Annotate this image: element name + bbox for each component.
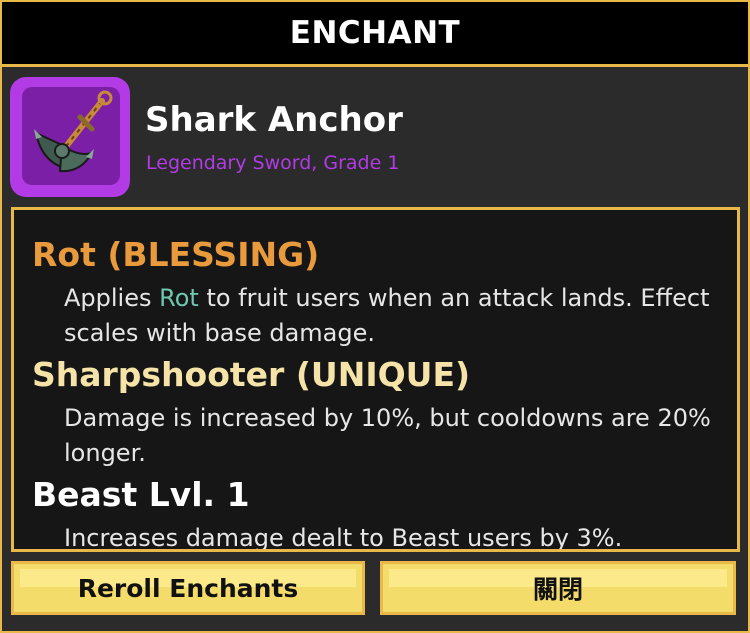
enchant-list[interactable]: Rot (BLESSING) Applies Rot to fruit user…: [11, 207, 740, 552]
title-bar: ENCHANT: [2, 2, 748, 67]
item-icon-frame: [10, 77, 130, 197]
window-title: ENCHANT: [289, 15, 461, 51]
rot-keyword: Rot: [159, 284, 199, 312]
enchant-title-rot: Rot (BLESSING): [32, 235, 320, 274]
close-button[interactable]: 關閉: [380, 561, 736, 615]
item-rarity-grade: Legendary Sword, Grade 1: [146, 152, 400, 174]
enchant-title-beast: Beast Lvl. 1: [32, 475, 250, 514]
enchant-desc-rot-pre: Applies: [64, 284, 160, 312]
item-name: Shark Anchor: [145, 100, 403, 140]
enchant-desc-rot: Applies Rot to fruit users when an attac…: [64, 281, 724, 351]
close-button-label: 關閉: [532, 575, 583, 604]
reroll-button-label: Reroll Enchants: [77, 573, 299, 603]
enchant-title-sharpshooter: Sharpshooter (UNIQUE): [32, 355, 471, 394]
reroll-enchants-button[interactable]: Reroll Enchants: [11, 561, 365, 615]
enchant-desc-beast: Increases damage dealt to Beast users by…: [64, 524, 623, 552]
enchant-window: ENCHANT Shark Anchor Legendary Sword, Gr…: [0, 0, 750, 633]
enchant-desc-sharpshooter: Damage is increased by 10%, but cooldown…: [64, 404, 711, 467]
anchor-sword-icon: [22, 87, 120, 185]
